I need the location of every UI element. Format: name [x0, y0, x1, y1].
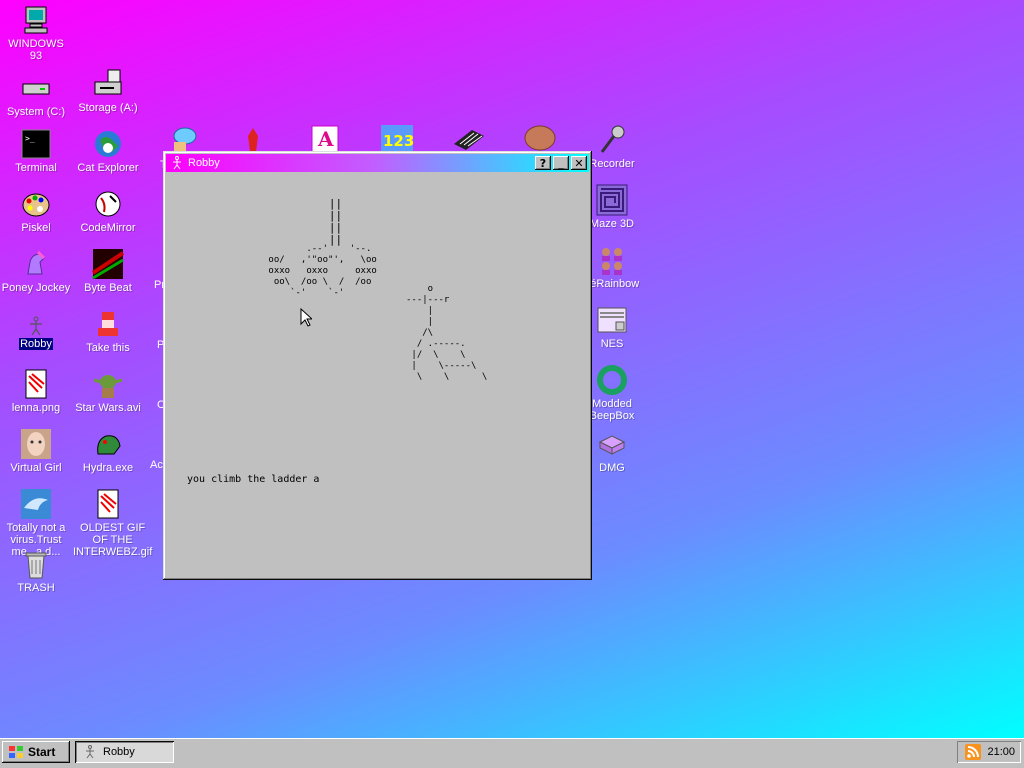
cat-explorer-icon-item[interactable]: Cat Explorer	[72, 128, 144, 174]
codemirror-icon-item[interactable]: CodeMirror	[72, 188, 144, 234]
game-area[interactable]: || || || || .--' '--. oo/ ,'"oo"', \oo o…	[166, 174, 589, 577]
poney-jockey-icon-item[interactable]: Poney Jockey	[0, 248, 72, 294]
floppy-drive-icon	[94, 69, 122, 95]
close-button[interactable]: ✕	[571, 156, 587, 170]
piano-icon[interactable]	[452, 128, 486, 152]
help-button[interactable]: ?	[535, 156, 551, 170]
icon-label: Take this	[86, 342, 130, 354]
icon-label: Terminal	[15, 162, 57, 174]
start-label: Start	[28, 745, 56, 759]
windows93-icon-item[interactable]: WINDOWS 93	[0, 4, 72, 62]
face-icon	[21, 429, 51, 459]
storage-a-icon-item[interactable]: Storage (A:)	[72, 68, 144, 114]
icon-label: lenna.png	[11, 402, 61, 414]
mouse-cursor-icon	[300, 308, 312, 327]
game-message: you climb the ladder a	[187, 474, 320, 485]
start-button[interactable]: Start	[2, 741, 70, 763]
people-icon	[602, 248, 622, 275]
font-icon[interactable]: A	[310, 124, 340, 152]
potato-icon[interactable]	[522, 124, 558, 152]
icon-label: Piskel	[21, 222, 51, 234]
nes-icon	[597, 307, 627, 333]
icon-label: Byte Beat	[84, 282, 132, 294]
taskbar: Start Robby 21:00	[0, 738, 1024, 768]
clock[interactable]: 21:00	[987, 746, 1015, 758]
svg-text:>_: >_	[25, 134, 35, 143]
globe-cat-icon	[95, 131, 121, 157]
icon-label: Poney Jockey	[1, 282, 71, 294]
robby-icon-item[interactable]: Robby	[0, 316, 72, 350]
icon-label: WINDOWS 93	[8, 38, 64, 62]
icon-label: Cat Explorer	[77, 162, 139, 174]
microphone-icon	[600, 125, 625, 153]
icon-label: Maze 3D	[589, 218, 635, 230]
icon-label: Hydra.exe	[82, 462, 134, 474]
star-wars-icon-item[interactable]: Star Wars.avi	[72, 368, 144, 414]
window-titlebar[interactable]: Robby ? _ ✕	[166, 154, 589, 172]
gif-file-icon	[97, 489, 119, 519]
dolphin-icon	[21, 489, 51, 519]
oldest-gif-icon-item[interactable]: OLDEST GIF OF THE INTERWEBZ.gif	[72, 488, 152, 558]
hydra-icon-item[interactable]: Hydra.exe	[72, 428, 144, 474]
robot-icon	[173, 156, 181, 170]
icon-label: System (C:)	[6, 106, 66, 118]
pixel-character-icon	[98, 312, 118, 336]
trash-icon-item[interactable]: TRASH	[0, 548, 72, 594]
ladder-ascii: || || || ||	[328, 197, 343, 246]
virtual-girl-icon-item[interactable]: Virtual Girl	[0, 428, 72, 474]
taskbar-item-robby[interactable]: Robby	[75, 741, 174, 763]
maze-icon	[596, 184, 628, 216]
dmg-icon	[598, 435, 626, 455]
taskbar-item-label: Robby	[103, 746, 135, 758]
piskel-icon-item[interactable]: Piskel	[0, 188, 72, 234]
byte-beat-icon-item[interactable]: Byte Beat	[72, 248, 144, 294]
robby-window[interactable]: Robby ? _ ✕ || || || || .--' '--. oo/ ,'…	[163, 151, 592, 580]
lenna-icon-item[interactable]: lenna.png	[0, 368, 72, 414]
robot-icon	[30, 316, 42, 336]
icon-label: Storage (A:)	[78, 102, 138, 114]
icon-label: OLDEST GIF OF THE INTERWEBZ.gif	[73, 522, 153, 558]
minimize-button[interactable]: _	[553, 156, 569, 170]
bytebeat-icon	[92, 249, 124, 280]
yoda-icon	[93, 375, 123, 398]
icon-label: Virtual Girl	[10, 462, 62, 474]
chat-icon[interactable]	[168, 126, 198, 152]
icon-label: Recorder	[589, 158, 635, 170]
system-c-icon-item[interactable]: System (C:)	[0, 72, 72, 118]
codemirror-icon	[95, 191, 121, 217]
ring-icon	[597, 365, 627, 395]
icon-label: TRASH	[17, 582, 55, 594]
calculator-icon[interactable]: 123	[380, 124, 414, 152]
icon-label: Star Wars.avi	[75, 402, 141, 414]
icon-label: NES	[600, 338, 624, 350]
svg-text:A: A	[317, 127, 334, 151]
robot-icon	[86, 745, 94, 759]
drive-icon	[22, 83, 50, 95]
icon-label: CodeMirror	[80, 222, 136, 234]
hydra-icon	[97, 435, 121, 455]
window-title: Robby	[188, 157, 220, 169]
desktop: WINDOWS 93 System (C:) Storage (A:) >_ T…	[0, 0, 1024, 738]
bombs-ascii: .--' '--. oo/ ,'"oo"', \oo oxxo oxxo oxx…	[268, 244, 377, 298]
system-tray: 21:00	[957, 741, 1021, 763]
palette-icon	[22, 193, 50, 217]
image-file-icon	[25, 369, 47, 399]
hidden-icon-label: Ac	[150, 459, 163, 471]
windows-logo-icon	[9, 746, 23, 758]
terminal-icon-item[interactable]: >_ Terminal	[0, 128, 72, 174]
computer-icon	[24, 6, 48, 34]
icon-label: Robby	[19, 338, 53, 350]
take-this-icon-item[interactable]: Take this	[72, 308, 144, 354]
pony-icon	[27, 250, 46, 275]
terminal-icon: >_	[21, 129, 51, 159]
robot-ascii: o ---|---r | | /\ / .-----. |/ \ \ | \--…	[406, 284, 488, 382]
icon-label: kéRainbow	[584, 278, 640, 290]
trash-icon	[25, 552, 47, 579]
rss-icon[interactable]	[965, 744, 982, 760]
icon-label: DMG	[599, 462, 625, 474]
svg-text:123: 123	[383, 132, 414, 150]
red-character-icon[interactable]	[240, 126, 266, 152]
